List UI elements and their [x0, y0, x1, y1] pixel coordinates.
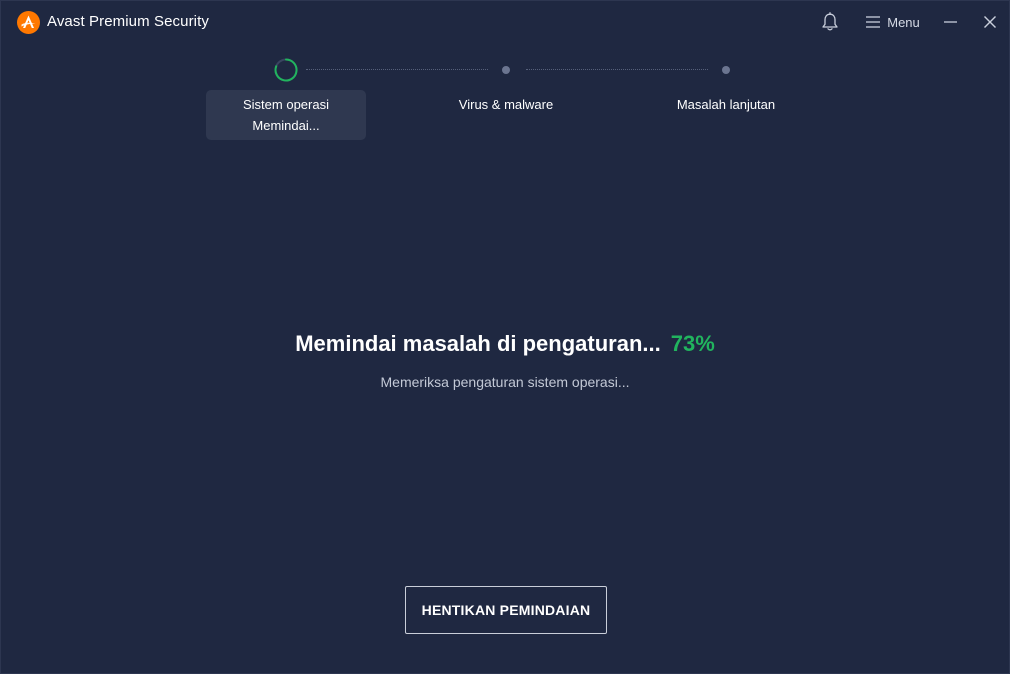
step-connector	[306, 69, 488, 70]
title-bar: Avast Premium Security Menu	[1, 1, 1009, 43]
app-window: Avast Premium Security Menu Sistem opera…	[0, 0, 1010, 674]
minimize-button[interactable]	[935, 1, 965, 43]
menu-label: Menu	[887, 14, 920, 30]
scan-heading: Memindai masalah di pengaturan... 73%	[1, 331, 1009, 357]
hamburger-icon	[866, 16, 881, 28]
close-icon	[984, 16, 996, 28]
step-title: Virus & malware	[458, 97, 554, 112]
step-title: Masalah lanjutan	[676, 97, 776, 112]
step-status: Memindai...	[252, 118, 320, 133]
scan-stepper: Sistem operasi Memindai... Virus & malwa…	[1, 57, 1009, 147]
close-button[interactable]	[975, 1, 1005, 43]
scan-detail: Memeriksa pengaturan sistem operasi...	[380, 374, 630, 390]
app-title: Avast Premium Security	[47, 13, 209, 30]
step-connector	[526, 69, 708, 70]
stop-scan-button[interactable]: HENTIKAN PEMINDAIAN	[405, 586, 607, 634]
scan-percent: 73%	[670, 331, 715, 356]
step-os: Sistem operasi Memindai...	[206, 90, 366, 140]
step-advanced-issues: Masalah lanjutan	[646, 94, 806, 115]
step-virus-malware: Virus & malware	[426, 94, 586, 115]
step-dot	[502, 66, 510, 74]
bell-icon	[822, 12, 838, 31]
scan-heading-text: Memindai masalah di pengaturan...	[295, 331, 661, 356]
menu-button[interactable]: Menu	[861, 1, 925, 43]
avast-logo-icon	[17, 11, 40, 34]
notifications-button[interactable]	[815, 1, 845, 43]
spinner-icon	[274, 58, 298, 82]
step-dot	[722, 66, 730, 74]
step-title: Sistem operasi	[243, 97, 329, 112]
minimize-icon	[943, 21, 957, 23]
